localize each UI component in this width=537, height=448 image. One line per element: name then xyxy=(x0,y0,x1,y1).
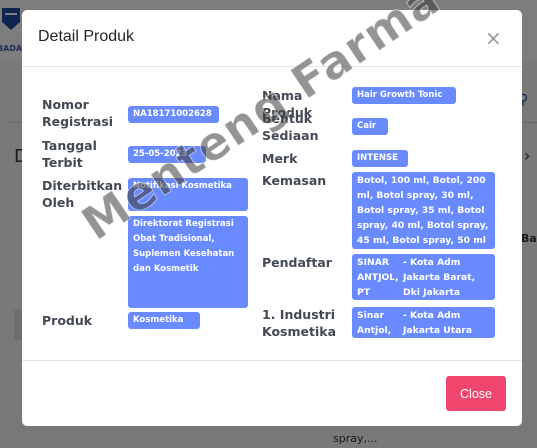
value-kemasan: Botol, 100 ml, Botol, 200 ml, Botol spra… xyxy=(352,172,495,249)
value-bentuk-sediaan: Cair xyxy=(352,118,388,135)
pendaftar-name: SINAR ANTJOL, PT xyxy=(357,257,399,298)
close-button[interactable]: Close xyxy=(446,376,506,411)
industri-name: Sinar Antjol, PT xyxy=(357,310,392,336)
modal-title: Detail Produk xyxy=(38,28,135,45)
label-nomor-registrasi: Nomor Registrasi xyxy=(42,97,114,129)
value-produk: Kosmetika xyxy=(128,312,200,329)
label-industri-kosmetika: 1. Industri Kosmetika xyxy=(262,307,337,339)
value-diterbitkan-oleh-2: Direktorat Registrasi Obat Tradisional, … xyxy=(128,216,248,308)
industri-address: - Kota Adm Jakarta Utara xyxy=(403,310,473,336)
label-pendaftar: Pendaftar xyxy=(262,255,332,270)
label-merk: Merk xyxy=(262,151,298,166)
value-nama-produk: Hair Growth Tonic xyxy=(352,87,456,104)
label-tanggal-terbit: Tanggal Terbit xyxy=(42,138,97,170)
pendaftar-address: - Kota Adm Jakarta Barat, Dki Jakarta xyxy=(403,257,476,298)
value-merk: INTENSE xyxy=(352,150,408,167)
label-kemasan: Kemasan xyxy=(262,173,327,188)
close-icon[interactable]: × xyxy=(485,26,502,50)
value-pendaftar: SINAR ANTJOL, PT - Kota Adm Jakarta Bara… xyxy=(352,254,495,300)
label-produk: Produk xyxy=(42,313,93,328)
value-industri-kosmetika: Sinar Antjol, PT - Kota Adm Jakarta Utar… xyxy=(352,307,495,338)
modal-header: Detail Produk × xyxy=(22,10,522,67)
